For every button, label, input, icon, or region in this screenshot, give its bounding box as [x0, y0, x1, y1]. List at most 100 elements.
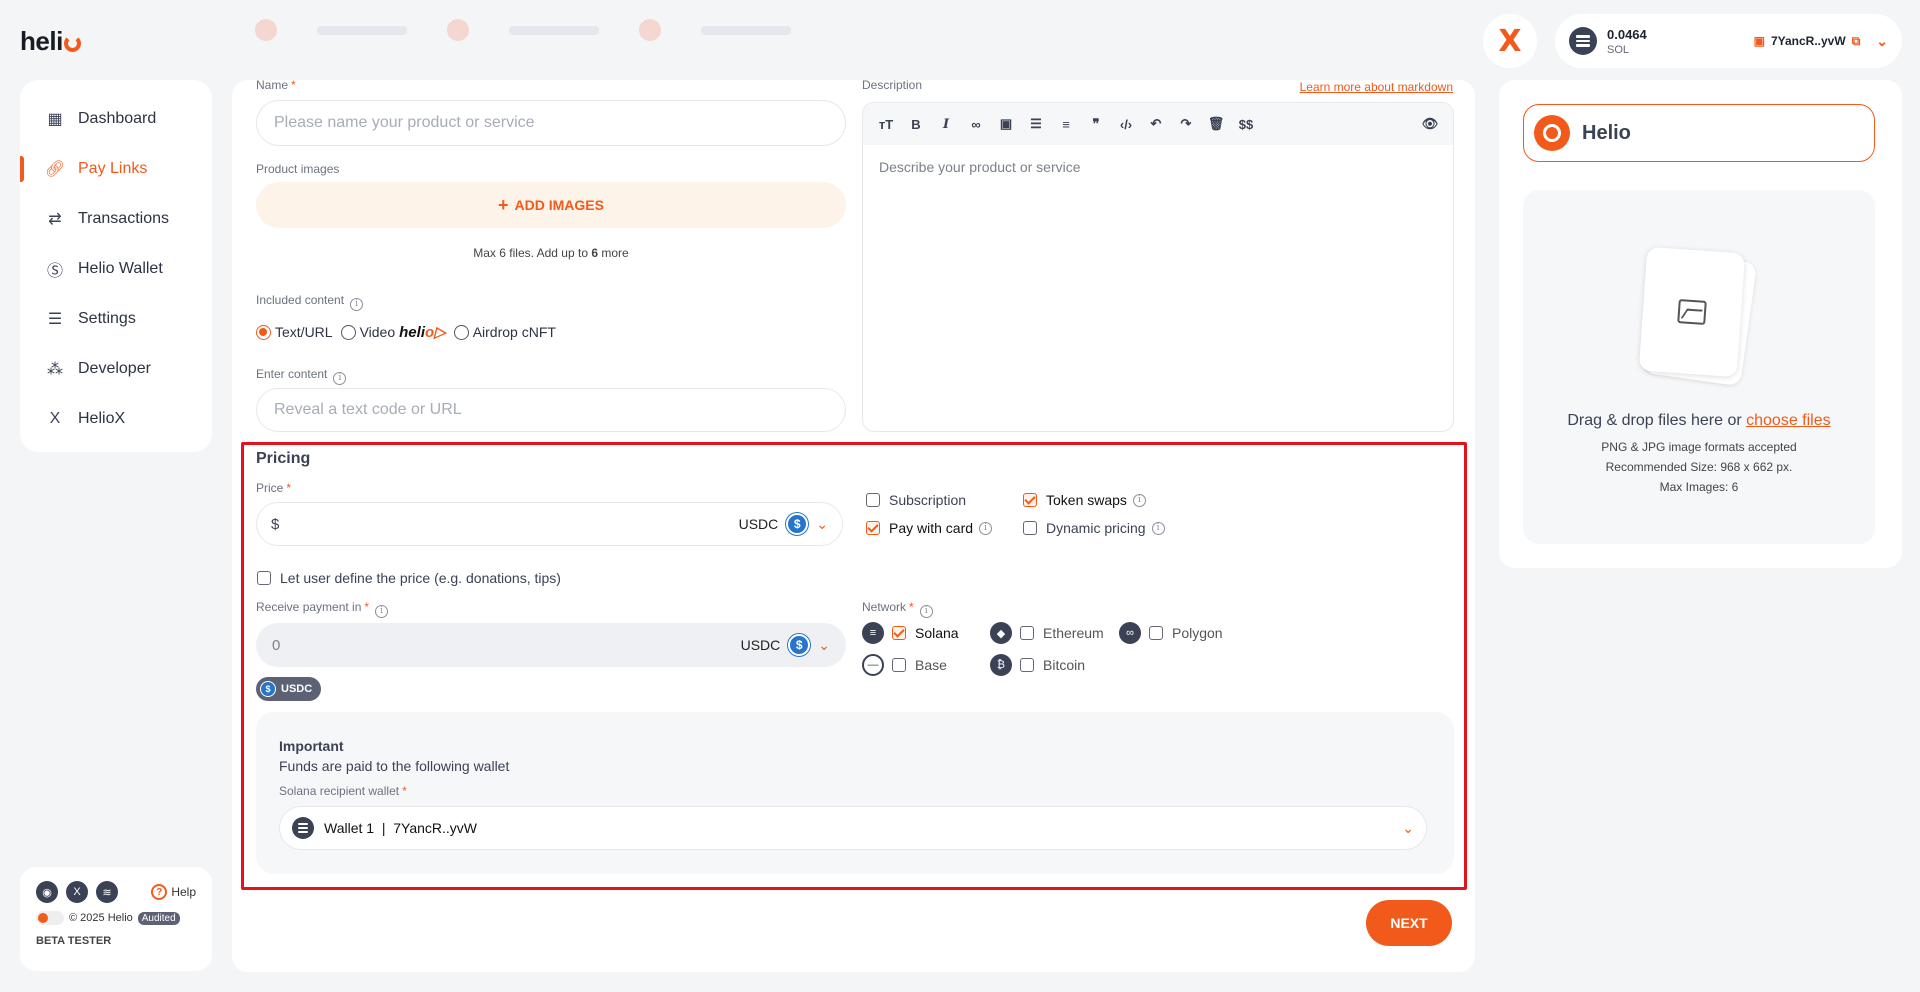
max-images-note: Max Images: 6	[1659, 480, 1739, 494]
subscription-checkbox[interactable]: Subscription	[866, 492, 966, 508]
undo-icon[interactable]: ↶	[1143, 111, 1169, 137]
dashboard-icon: ▦	[47, 111, 63, 128]
theme-toggle[interactable]	[36, 911, 64, 925]
radio-video[interactable]: Video helio▷	[340, 323, 446, 341]
help-icon: ?	[151, 884, 168, 900]
recommended-size-note: Recommended Size: 968 x 662 px.	[1605, 460, 1793, 474]
chevron-down-icon[interactable]: ⌄	[1402, 820, 1414, 837]
wallet-icon: ▣	[1753, 34, 1765, 48]
content-input[interactable]: Reveal a text code or URL	[256, 388, 846, 432]
code-icon[interactable]: ‹/›	[1113, 111, 1139, 137]
image-icon[interactable]: ▣	[993, 111, 1019, 137]
chevron-down-icon[interactable]: ⌄	[1876, 33, 1888, 50]
network-label: Network * i	[862, 600, 933, 618]
balance-currency: SOL	[1607, 43, 1630, 56]
info-icon: i	[1151, 521, 1165, 535]
quote-icon[interactable]: ❞	[1083, 111, 1109, 137]
numbered-list-icon[interactable]: ≡	[1053, 111, 1079, 137]
plus-icon: +	[498, 194, 509, 215]
usdc-icon: $	[788, 634, 811, 656]
info-icon: i	[1132, 493, 1146, 507]
brand-header: Helio	[1523, 104, 1875, 162]
sidebar-item-heliox[interactable]: X HelioX	[20, 394, 212, 444]
bitcoin-icon: ₿	[990, 654, 1012, 676]
included-content-label: Included content i	[256, 293, 364, 311]
preview-panel: Helio Drag & drop files here or choose f…	[1499, 80, 1902, 568]
next-button[interactable]: NEXT	[1366, 900, 1452, 946]
x-social-icon[interactable]: X	[66, 881, 88, 903]
recipient-wallet-label: Solana recipient wallet *	[279, 784, 407, 798]
redo-icon[interactable]: ↷	[1173, 111, 1199, 137]
dynamic-pricing-checkbox[interactable]: Dynamic pricing i	[1023, 520, 1165, 536]
discord-icon[interactable]: ◉	[36, 881, 58, 903]
name-label: Name *	[256, 78, 296, 92]
heading-icon[interactable]: ᴛT	[873, 111, 899, 137]
token-swaps-checkbox[interactable]: Token swaps i	[1023, 492, 1146, 508]
name-input[interactable]: Please name your product or service	[256, 100, 846, 146]
info-icon: i	[375, 604, 389, 618]
account-menu[interactable]: 0.0464 SOL ▣ 7YancR..yvW ⧉ ⌄	[1555, 14, 1902, 68]
italic-icon[interactable]: I	[933, 111, 959, 137]
heliox-button[interactable]: X	[1483, 14, 1537, 68]
formats-note: PNG & JPG image formats accepted	[1601, 440, 1797, 454]
sidebar-item-transactions[interactable]: ⇄ Transactions	[20, 194, 212, 244]
network-polygon[interactable]: ∞ Polygon	[1119, 622, 1223, 644]
info-icon: i	[979, 521, 993, 535]
preview-eye-icon[interactable]: 👁︎	[1417, 111, 1443, 137]
important-title: Important	[279, 738, 344, 754]
pay-with-card-checkbox[interactable]: Pay with card i	[866, 520, 993, 536]
chevron-down-icon[interactable]: ⌄	[818, 637, 830, 654]
radio-airdrop-cnft[interactable]: Airdrop cNFT	[453, 324, 556, 340]
nodes-icon: ⁂	[47, 361, 63, 378]
learn-markdown-link[interactable]: Learn more about markdown	[1300, 80, 1453, 94]
receive-payment-label: Receive payment in * i	[256, 600, 389, 618]
helio-brand-icon	[1534, 115, 1570, 151]
audited-badge[interactable]: Audited	[137, 911, 180, 925]
solana-icon	[292, 817, 314, 839]
docs-icon[interactable]: ≋	[96, 881, 118, 903]
info-icon: i	[333, 371, 347, 385]
latex-icon[interactable]: $$	[1233, 111, 1259, 137]
sidebar-item-helio-wallet[interactable]: Ⓢ Helio Wallet	[20, 244, 212, 294]
info-icon: i	[350, 297, 364, 311]
network-solana[interactable]: ≡ Solana	[862, 622, 959, 644]
network-bitcoin[interactable]: ₿ Bitcoin	[990, 654, 1085, 676]
progress-steps	[255, 12, 1475, 48]
add-images-button[interactable]: + ADD IMAGES	[256, 182, 846, 228]
image-placeholder-icon	[1638, 246, 1758, 387]
sidebar-item-pay-links[interactable]: 🔗︎ Pay Links	[20, 144, 212, 194]
link-icon: 🔗︎	[44, 161, 66, 178]
sidebar-item-dashboard[interactable]: ▦ Dashboard	[20, 94, 212, 144]
receive-payment-select[interactable]: 0 USDC $ ⌄	[256, 623, 846, 667]
base-icon: —	[862, 654, 884, 676]
max-files-note: Max 6 files. Add up to 6 more	[473, 246, 629, 260]
usdc-token-chip[interactable]: $ USDC	[256, 677, 322, 701]
image-dropzone[interactable]: Drag & drop files here or choose files P…	[1523, 190, 1875, 544]
user-define-price-checkbox[interactable]: Let user define the price (e.g. donation…	[257, 570, 561, 586]
description-editor[interactable]: ᴛT B I ∞ ▣ ☰ ≡ ❞ ‹/› ↶ ↷ 🗑︎ $$ 👁︎ Descri…	[862, 102, 1454, 432]
copy-icon[interactable]: ⧉	[1852, 34, 1861, 49]
recipient-wallet-select[interactable]: Wallet 1 | 7YancR..yvW ⌄	[279, 806, 1427, 850]
beta-label: BETA TESTER	[36, 935, 112, 947]
enter-content-label: Enter content i	[256, 367, 347, 385]
helio-logo[interactable]: heli	[20, 26, 81, 57]
network-base[interactable]: — Base	[862, 654, 947, 676]
x-logo-icon: X	[49, 410, 61, 427]
sidebar-item-settings[interactable]: ☰ Settings	[20, 294, 212, 344]
help-link[interactable]: ? Help	[151, 884, 196, 900]
choose-files-link[interactable]: choose files	[1746, 412, 1831, 429]
sidebar-item-developer[interactable]: ⁂ Developer	[20, 344, 212, 394]
bold-icon[interactable]: B	[903, 111, 929, 137]
price-input[interactable]: $ USDC $ ⌄	[256, 502, 843, 546]
trash-icon[interactable]: 🗑︎	[1203, 111, 1229, 137]
bullet-list-icon[interactable]: ☰	[1023, 111, 1049, 137]
ethereum-icon: ◆	[990, 622, 1012, 644]
helio-video-logo-icon: helio▷	[399, 324, 446, 341]
network-ethereum[interactable]: ◆ Ethereum	[990, 622, 1104, 644]
editor-toolbar: ᴛT B I ∞ ▣ ☰ ≡ ❞ ‹/› ↶ ↷ 🗑︎ $$ 👁︎	[863, 103, 1453, 145]
radio-text-url[interactable]: Text/URL	[256, 324, 333, 340]
chevron-down-icon[interactable]: ⌄	[816, 516, 828, 533]
link-icon[interactable]: ∞	[963, 111, 989, 137]
product-images-label: Product images	[256, 162, 340, 176]
sliders-icon: ☰	[47, 311, 63, 328]
